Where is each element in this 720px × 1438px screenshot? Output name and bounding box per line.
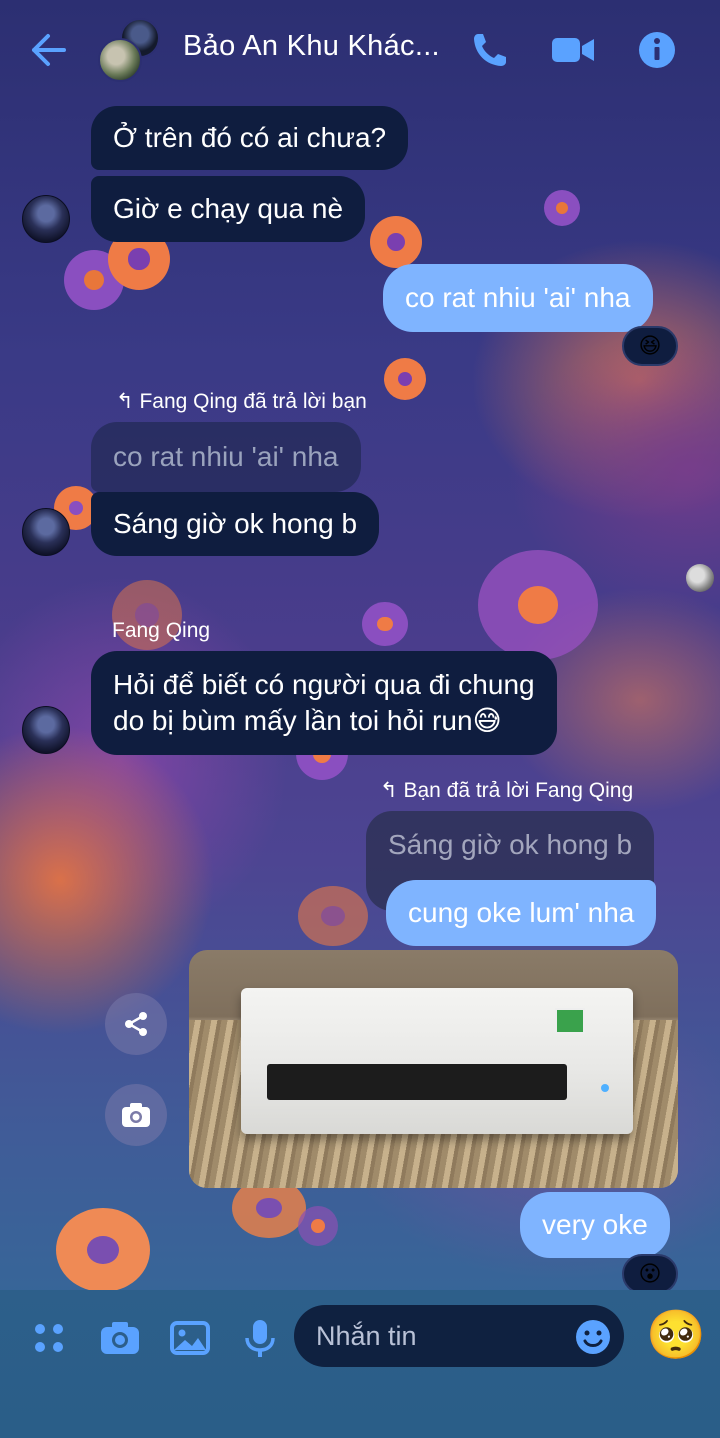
microphone-icon[interactable] — [238, 1316, 282, 1360]
camera-icon[interactable] — [98, 1316, 142, 1360]
message-text: Giờ e chạy qua nè — [113, 193, 344, 224]
flower-decoration — [370, 216, 422, 268]
reply-meta: ↰ Bạn đã trả lời Fang Qing — [380, 779, 634, 802]
message-text: very oke — [542, 1209, 648, 1240]
flower-decoration — [478, 550, 598, 660]
share-icon — [125, 1012, 147, 1036]
message-text: Sáng giờ ok hong b — [113, 508, 358, 539]
camera-icon — [122, 1103, 150, 1127]
apps-icon[interactable] — [28, 1316, 72, 1360]
back-arrow-icon[interactable] — [26, 30, 70, 70]
message-text-line: do bị bùm mấy lần toi hỏi run😅 — [113, 705, 502, 736]
flower-decoration — [362, 602, 408, 646]
reply-arrow-icon: ↰ — [380, 779, 404, 802]
reaction-badge[interactable]: 😆 — [622, 326, 678, 366]
group-avatar[interactable] — [96, 16, 166, 84]
air-conditioner-image — [241, 988, 633, 1134]
avatar[interactable] — [22, 706, 70, 754]
message-bubble-incoming[interactable]: Giờ e chạy qua nè — [91, 176, 366, 242]
message-text: cung oke lum' nha — [408, 897, 635, 928]
flower-decoration — [298, 1206, 338, 1246]
message-bubble-incoming[interactable]: Ở trên đó có ai chưa? — [91, 106, 409, 170]
reaction-badge[interactable]: 😮 — [622, 1254, 678, 1294]
photo-message[interactable] — [189, 950, 678, 1188]
reply-arrow-icon: ↰ — [116, 390, 140, 413]
image-icon[interactable] — [168, 1316, 212, 1360]
avatar[interactable] — [22, 508, 70, 556]
read-receipt-avatar — [686, 564, 714, 592]
avatar — [98, 38, 142, 82]
reply-meta: ↰ Fang Qing đã trả lời bạn — [116, 390, 367, 413]
quoted-text: Sáng giờ ok hong b — [388, 829, 633, 860]
quoted-text: co rat nhiu 'ai' nha — [113, 441, 339, 472]
quoted-message[interactable]: co rat nhiu 'ai' nha — [91, 422, 361, 492]
message-text: co rat nhiu 'ai' nha — [405, 282, 631, 313]
ac-led — [601, 1084, 609, 1092]
chat-title[interactable]: Bảo An Khu Khác... — [183, 30, 453, 63]
message-input[interactable] — [316, 1320, 566, 1352]
flower-decoration — [384, 358, 426, 400]
video-camera-icon[interactable] — [550, 28, 596, 72]
phone-icon[interactable] — [468, 28, 514, 72]
reaction-emoji: 😆 — [638, 333, 662, 358]
message-bubble-outgoing[interactable]: co rat nhiu 'ai' nha — [383, 264, 653, 332]
message-bubble-incoming[interactable]: Hỏi để biết có người qua đi chung do bị … — [91, 651, 557, 755]
avatar[interactable] — [22, 195, 70, 243]
message-text-line: Hỏi để biết có người qua đi chung — [113, 669, 535, 700]
message-bubble-outgoing[interactable]: cung oke lum' nha — [386, 880, 657, 946]
camera-button[interactable] — [105, 1084, 167, 1146]
message-bubble-incoming[interactable]: Sáng giờ ok hong b — [91, 492, 380, 556]
emoji-icon[interactable] — [574, 1318, 612, 1356]
share-button[interactable] — [105, 993, 167, 1055]
info-icon[interactable] — [636, 28, 682, 72]
sender-name: Fang Qing — [112, 619, 211, 642]
flower-decoration — [544, 190, 580, 226]
flower-decoration — [298, 886, 368, 946]
flower-decoration — [56, 1208, 150, 1292]
reaction-emoji: 😮 — [638, 1261, 662, 1286]
message-text: Ở trên đó có ai chưa? — [113, 122, 387, 153]
ac-vent — [267, 1064, 567, 1100]
quick-reaction-button[interactable]: 🥺 — [646, 1308, 706, 1364]
message-bubble-outgoing[interactable]: very oke — [520, 1192, 670, 1258]
energy-label — [555, 1008, 585, 1034]
chat-header: Bảo An Khu Khác... — [0, 0, 720, 100]
